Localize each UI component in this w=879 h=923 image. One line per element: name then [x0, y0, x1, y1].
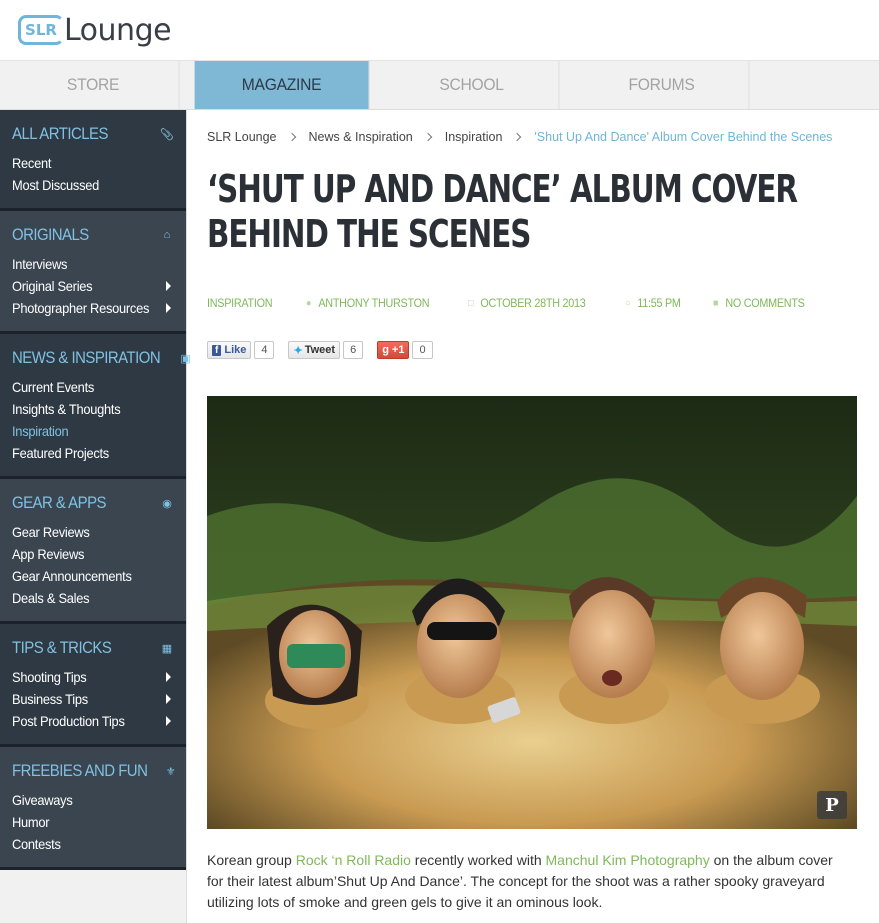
sidebar-item-gear-reviews[interactable]: Gear Reviews: [12, 521, 174, 543]
article-category[interactable]: INSPIRATION: [207, 296, 273, 310]
main-nav: STORE MAGAZINE SCHOOL FORUMS: [0, 61, 879, 110]
comment-icon: ■: [712, 297, 718, 309]
link-rock-n-roll-radio[interactable]: Rock ‘n Roll Radio: [296, 852, 411, 868]
facebook-like: f Like 4: [207, 341, 275, 359]
sidebar-item-gear-announcements[interactable]: Gear Announcements: [12, 565, 174, 587]
sidebar-item-post-production-tips[interactable]: Post Production Tips: [12, 710, 174, 732]
sidebar-title[interactable]: ORIGINALS: [12, 225, 89, 245]
logo-slr: SLR: [25, 21, 57, 39]
sidebar-section-freebies: FREEBIES AND FUN ⚜ Giveaways Humor Conte…: [0, 747, 186, 870]
chevron-right-icon: [166, 303, 171, 313]
facebook-like-count: 4: [254, 341, 275, 359]
breadcrumb-current: 'Shut Up And Dance' Album Cover Behind t…: [534, 130, 833, 144]
google-plus: g +1 0: [377, 341, 433, 359]
facebook-icon: f: [212, 344, 222, 356]
camera-icon: ◉: [162, 497, 172, 510]
link-manchul-kim-photography[interactable]: Manchul Kim Photography: [546, 852, 710, 868]
home-icon: ⌂: [163, 229, 171, 241]
chevron-right-icon: [287, 132, 296, 142]
page-title: ‘SHUT UP AND DANCE’ ALBUM COVER BEHIND T…: [207, 167, 861, 257]
nav-school[interactable]: SCHOOL: [385, 61, 560, 109]
paperclip-icon: 📎: [160, 128, 174, 141]
sidebar-item-giveaways[interactable]: Giveaways: [12, 789, 174, 811]
social-share-bar: f Like 4 ✦ Tweet 6 g +1 0: [207, 341, 447, 359]
body-text: Korean group: [207, 852, 296, 868]
facebook-like-button[interactable]: f Like: [207, 341, 252, 359]
google-plus-icon: g: [382, 344, 389, 356]
sidebar-item-current-events[interactable]: Current Events: [12, 376, 174, 398]
article-body-paragraph: Korean group Rock ‘n Roll Radio recently…: [207, 850, 847, 913]
sidebar-item-featured-projects[interactable]: Featured Projects: [12, 442, 174, 464]
sidebar-title[interactable]: GEAR & APPS: [12, 493, 106, 513]
sidebar-item-deals-sales[interactable]: Deals & Sales: [12, 587, 174, 609]
chevron-right-icon: [166, 694, 171, 704]
chevron-right-icon: [423, 132, 432, 142]
sidebar-item-shooting-tips[interactable]: Shooting Tips: [12, 666, 174, 688]
twitter-tweet: ✦ Tweet 6: [288, 341, 364, 359]
chevron-right-icon: [166, 672, 171, 682]
user-icon: ●: [305, 297, 311, 309]
trophy-icon: ⚜: [165, 765, 176, 778]
pinterest-icon[interactable]: P: [817, 791, 847, 819]
site-header: SLR Lounge: [0, 0, 879, 61]
sidebar-section-all-articles: ALL ARTICLES 📎 Recent Most Discussed: [0, 110, 186, 211]
sidebar-item-inspiration[interactable]: Inspiration: [12, 420, 174, 442]
sidebar-section-news: NEWS & INSPIRATION ▣ Current Events Insi…: [0, 334, 191, 479]
sidebar-title[interactable]: TIPS & TRICKS: [12, 638, 112, 658]
news-icon: ▣: [180, 352, 191, 365]
breadcrumb: SLR Lounge News & Inspiration Inspiratio…: [207, 130, 832, 144]
sidebar-item-most-discussed[interactable]: Most Discussed: [12, 174, 174, 196]
sidebar-item-business-tips[interactable]: Business Tips: [12, 688, 174, 710]
sidebar-item-photographer-resources[interactable]: Photographer Resources: [12, 297, 174, 319]
google-plus-button[interactable]: g +1: [377, 341, 410, 359]
article-date: OCTOBER 28TH 2013: [480, 296, 586, 310]
sidebar-item-contests[interactable]: Contests: [12, 833, 174, 855]
sidebar-title[interactable]: FREEBIES AND FUN: [12, 761, 148, 781]
nav-store[interactable]: STORE: [7, 61, 180, 109]
chevron-right-icon: [166, 716, 171, 726]
nav-forums[interactable]: FORUMS: [575, 61, 750, 109]
clock-icon: ○: [624, 297, 631, 309]
sidebar: ALL ARTICLES 📎 Recent Most Discussed ORI…: [0, 110, 191, 923]
logo-mark: SLR: [18, 13, 64, 47]
chevron-right-icon: [166, 281, 171, 291]
nav-magazine[interactable]: MAGAZINE: [194, 61, 370, 109]
calendar-icon: □: [468, 297, 474, 309]
tweet-count: 6: [343, 341, 364, 359]
article-comments[interactable]: NO COMMENTS: [725, 296, 804, 310]
twitter-icon: ✦: [293, 344, 303, 357]
sidebar-item-app-reviews[interactable]: App Reviews: [12, 543, 174, 565]
breadcrumb-inspiration[interactable]: Inspiration: [445, 130, 503, 144]
article-time: 11:55 PM: [637, 296, 681, 310]
sidebar-item-original-series[interactable]: Original Series: [12, 275, 174, 297]
sidebar-item-humor[interactable]: Humor: [12, 811, 174, 833]
picture-icon: ▦: [161, 642, 173, 655]
sidebar-title[interactable]: NEWS & INSPIRATION: [12, 348, 161, 368]
logo-word: Lounge: [64, 13, 172, 48]
title-line-2: BEHIND THE SCENES: [207, 212, 531, 256]
hero-photo-illustration: [207, 396, 857, 829]
breadcrumb-news[interactable]: News & Inspiration: [309, 130, 413, 144]
sidebar-section-gear: GEAR & APPS ◉ Gear Reviews App Reviews G…: [0, 479, 186, 624]
sidebar-title[interactable]: ALL ARTICLES: [12, 124, 108, 144]
body-text: recently worked with: [410, 852, 546, 868]
sidebar-item-interviews[interactable]: Interviews: [12, 253, 174, 275]
sidebar-item-recent[interactable]: Recent: [12, 152, 174, 174]
tweet-button[interactable]: ✦ Tweet: [288, 341, 341, 359]
site-logo[interactable]: SLR Lounge: [18, 10, 172, 50]
sidebar-section-tips: TIPS & TRICKS ▦ Shooting Tips Business T…: [0, 624, 186, 747]
chevron-right-icon: [513, 132, 522, 142]
title-line-1: ‘SHUT UP AND DANCE’ ALBUM COVER: [207, 167, 798, 211]
sidebar-section-originals: ORIGINALS ⌂ Interviews Original Series P…: [0, 211, 186, 334]
breadcrumb-home[interactable]: SLR Lounge: [207, 130, 277, 144]
article-hero-image[interactable]: P: [207, 396, 857, 829]
article-author[interactable]: ANTHONY THURSTON: [318, 296, 429, 310]
google-plus-count: 0: [412, 341, 433, 359]
article-meta: INSPIRATION ● ANTHONY THURSTON □ OCTOBER 2…: [207, 296, 841, 310]
sidebar-item-insights[interactable]: Insights & Thoughts: [12, 398, 174, 420]
